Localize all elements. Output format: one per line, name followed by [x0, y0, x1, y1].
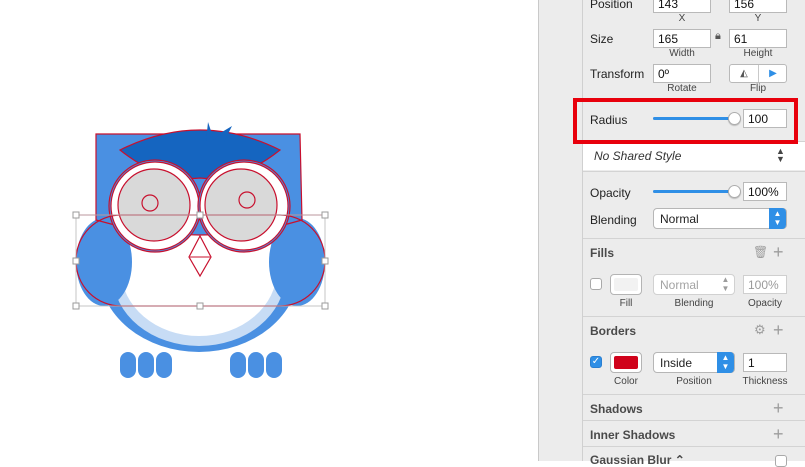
separator — [583, 446, 805, 447]
add-inner-shadow-icon[interactable]: + — [773, 425, 784, 443]
chevron-updown-icon: ▲ ▼ — [776, 146, 785, 164]
opacity-field[interactable]: 100% — [743, 182, 787, 201]
blending-select[interactable]: Normal ▲ ▼ — [653, 208, 787, 229]
lock-icon[interactable]: 🔒︎ — [715, 30, 721, 43]
fill-caption: Fill — [619, 298, 633, 309]
separator — [583, 420, 805, 421]
owl-illustration[interactable] — [0, 0, 538, 461]
chevron-updown-icon: ▲ ▼ — [769, 208, 786, 229]
border-thickness-field[interactable]: 1 — [743, 353, 787, 372]
separator — [583, 394, 805, 395]
border-position-caption: Position — [676, 376, 712, 387]
canvas-inspector-divider — [538, 0, 582, 461]
separator — [583, 316, 805, 317]
flip-horizontal-icon[interactable]: ◭ — [730, 65, 759, 82]
border-position-value: Inside — [660, 356, 693, 370]
fill-enabled-checkbox[interactable] — [590, 278, 602, 290]
size-label: Size — [590, 32, 614, 46]
blending-label: Blending — [590, 213, 637, 227]
border-color-swatch[interactable] — [610, 352, 642, 373]
add-fill-icon[interactable]: + — [773, 243, 784, 261]
position-label: Position — [590, 0, 633, 11]
shadows-section-title: Shadows — [590, 402, 643, 416]
chevron-updown-icon: ▲ ▼ — [717, 352, 734, 373]
rotate-caption: Rotate — [667, 83, 697, 94]
chevron-updown-icon: ▲ ▼ — [721, 275, 730, 293]
opacity-slider-knob[interactable] — [728, 185, 741, 198]
owl-foot[interactable] — [156, 352, 172, 378]
position-x-caption: X — [678, 13, 686, 24]
inner-shadows-section-title: Inner Shadows — [590, 428, 676, 442]
flip-caption: Flip — [749, 83, 767, 94]
flip-vertical-icon[interactable]: ▶ — [759, 65, 787, 82]
shared-style-dropdown[interactable]: No Shared Style ▲ ▼ — [583, 142, 805, 170]
position-y-caption: Y — [754, 13, 762, 24]
size-height-field[interactable]: 61 — [729, 29, 787, 48]
resize-handle[interactable] — [72, 257, 80, 265]
opacity-label: Opacity — [590, 186, 631, 200]
fill-opacity-field[interactable]: 100% — [743, 275, 787, 294]
fill-blending-value: Normal — [660, 278, 699, 292]
resize-handle[interactable] — [196, 302, 204, 310]
gaussian-blur-checkbox[interactable] — [775, 455, 787, 467]
flip-control: ◭ ▶ — [729, 64, 787, 83]
border-position-select[interactable]: Inside ▲ ▼ — [653, 352, 735, 373]
transform-label: Transform — [590, 67, 645, 81]
separator — [583, 238, 805, 239]
owl-left-eye-iris[interactable] — [117, 168, 191, 242]
resize-handle[interactable] — [321, 302, 329, 310]
owl-foot[interactable] — [248, 352, 264, 378]
resize-handle[interactable] — [72, 302, 80, 310]
rotate-field[interactable]: 0º — [653, 64, 711, 83]
size-width-field[interactable]: 165 — [653, 29, 711, 48]
border-enabled-checkbox[interactable]: ✓ — [590, 356, 602, 368]
resize-handle[interactable] — [72, 211, 80, 219]
resize-handle[interactable] — [196, 211, 204, 219]
add-border-icon[interactable]: + — [773, 321, 784, 339]
gear-icon[interactable]: ⚙ — [754, 322, 766, 338]
position-x-field[interactable]: 143 — [653, 0, 711, 13]
owl-foot[interactable] — [266, 352, 282, 378]
separator — [583, 171, 805, 172]
add-shadow-icon[interactable]: + — [773, 399, 784, 417]
owl-foot[interactable] — [230, 352, 246, 378]
design-canvas[interactable] — [0, 0, 538, 461]
resize-handle[interactable] — [321, 211, 329, 219]
radius-highlight-annotation — [573, 98, 798, 144]
size-width-caption: Width — [669, 48, 695, 59]
gaussian-blur-section-title[interactable]: Gaussian Blur ⌃ — [590, 453, 685, 467]
fills-section-title: Fills — [590, 246, 615, 260]
fill-blending-select[interactable]: Normal ▲ ▼ — [653, 274, 735, 295]
opacity-slider[interactable] — [653, 185, 741, 198]
border-color-caption: Color — [614, 376, 638, 387]
border-thickness-caption: Thickness — [742, 376, 788, 387]
size-height-caption: Height — [743, 48, 773, 59]
blending-select-value: Normal — [660, 212, 699, 226]
borders-section-title: Borders — [590, 324, 637, 338]
position-y-field[interactable]: 156 — [729, 0, 787, 13]
fill-opacity-caption: Opacity — [748, 298, 782, 309]
resize-handle[interactable] — [321, 257, 329, 265]
owl-foot[interactable] — [120, 352, 136, 378]
fill-blending-caption: Blending — [674, 298, 714, 309]
owl-foot[interactable] — [138, 352, 154, 378]
opacity-slider-fill — [653, 190, 735, 193]
shared-style-value: No Shared Style — [594, 149, 682, 163]
fill-color-swatch[interactable] — [610, 274, 642, 295]
inspector-panel: Position 143 156 X Y Size 165 🔒︎ 61 Widt… — [582, 0, 805, 467]
trash-icon[interactable]: 🗑︎ — [753, 245, 768, 259]
